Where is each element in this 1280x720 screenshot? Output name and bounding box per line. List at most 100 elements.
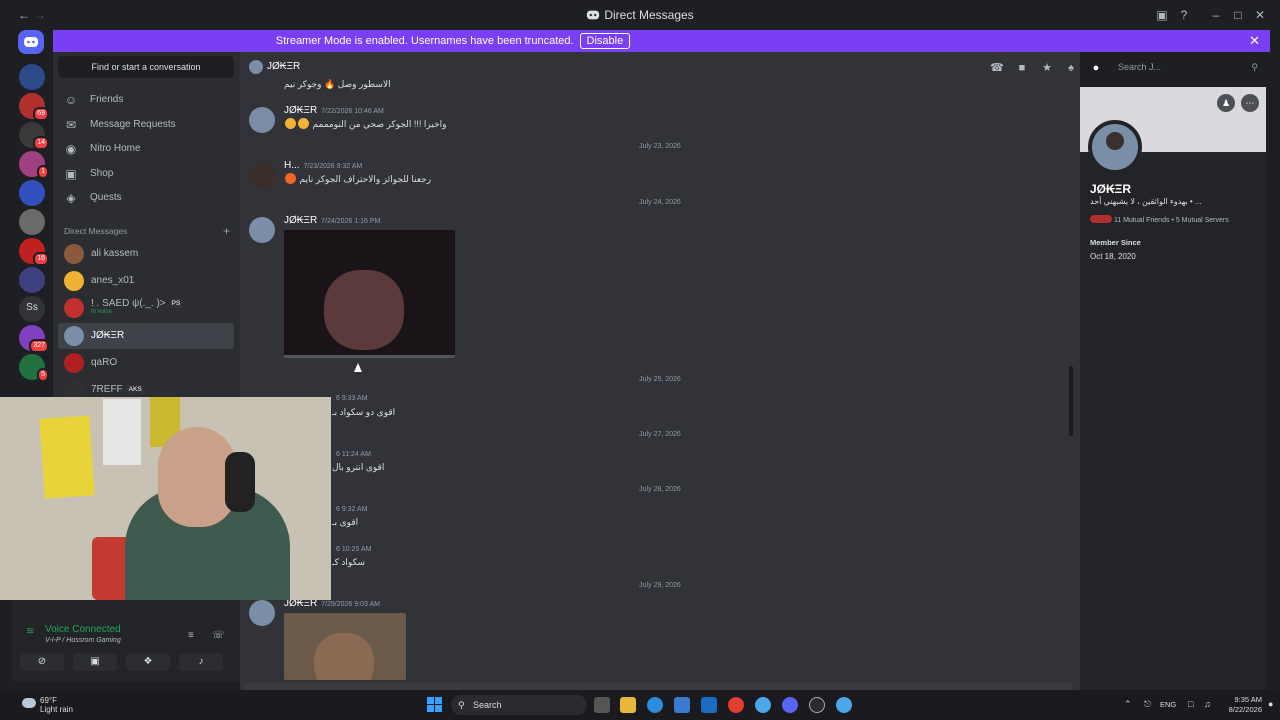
pinned-messages-icon[interactable]: ★ [1040, 61, 1054, 75]
obs-icon[interactable] [809, 697, 825, 713]
recipient-avatar [249, 60, 263, 74]
store-icon[interactable] [674, 697, 690, 713]
author-avatar[interactable] [249, 600, 275, 626]
camera-off-button[interactable]: ⊘ [20, 653, 64, 671]
close-window-icon[interactable]: ✕ [1252, 7, 1268, 23]
app-icon-2[interactable] [836, 697, 852, 713]
mutual-friends[interactable]: 11 Mutual Friends [1114, 217, 1170, 224]
find-conversation-button[interactable]: Find or start a conversation [58, 56, 234, 78]
partial-timestamp: 6 9:33 AM [336, 395, 368, 402]
server-icon[interactable]: 14 [19, 122, 49, 150]
voice-call-icon[interactable]: ☎ [990, 61, 1004, 75]
discord-taskbar-icon[interactable] [782, 697, 798, 713]
notifications-icon[interactable]: ● [1268, 699, 1273, 709]
nav-item-friends[interactable]: ☺ Friends [58, 89, 234, 111]
server-icon[interactable] [19, 209, 45, 235]
partial-message-text: سكواد كـ [332, 557, 366, 567]
close-banner-icon[interactable]: ✕ [1249, 33, 1260, 49]
webcam-overlay [0, 397, 331, 600]
disable-streamer-button[interactable]: Disable [579, 33, 631, 49]
voice-channel[interactable]: V-I-P / Hossrom Gaming [45, 637, 121, 644]
server-icon[interactable]: 5 [19, 354, 49, 382]
server-icon[interactable] [19, 180, 45, 206]
lag-enemy-poster [103, 399, 141, 465]
server-icon[interactable]: 69 [19, 93, 49, 121]
message-text: واخيرا !!! الجوكر صحي من النومممم [312, 119, 447, 129]
dm-item[interactable]: JØ₭ΞR [58, 322, 234, 349]
microphone-icon[interactable]: ⎋ [1144, 699, 1151, 710]
profile-avatar[interactable] [1088, 120, 1142, 174]
author-name[interactable]: JØ₭ΞR [284, 215, 317, 226]
edge-icon[interactable] [647, 697, 663, 713]
help-icon[interactable]: ? [1176, 7, 1192, 23]
nav-item-message-requests[interactable]: ✉ Message Requests [58, 114, 234, 136]
quests-icon: ◈ [66, 191, 76, 205]
weather-widget[interactable]: 69°F Light rain [20, 694, 100, 718]
activities-button[interactable]: ❖ [126, 653, 170, 671]
mutuals[interactable]: 11 Mutual Friends • 5 Mutual Servers [1090, 215, 1229, 224]
add-friend-icon[interactable]: ♟ [1217, 94, 1235, 112]
voice-status[interactable]: Voice Connected [45, 624, 121, 635]
mail-app-icon[interactable] [701, 697, 717, 713]
top-message-snippet: الاسطور وصل 🔥 وجوكر نيم [284, 79, 391, 89]
server-icon[interactable]: 16 [19, 238, 49, 266]
partial-message-text: اقوى انترو بال [332, 462, 385, 472]
avatar [64, 352, 84, 373]
author-avatar[interactable] [249, 162, 275, 188]
file-explorer-icon[interactable] [620, 697, 636, 713]
search-placeholder: Search J... [1118, 62, 1162, 72]
chrome-icon[interactable] [728, 697, 744, 713]
user-profile-icon[interactable]: ● [1089, 61, 1103, 75]
server-icon[interactable]: 1 [19, 151, 49, 179]
timestamp: 7/23/2026 9:32 AM [303, 163, 363, 170]
dm-header-label: Direct Messages [64, 226, 128, 236]
dm-item[interactable]: qaRO [58, 350, 234, 376]
video-call-icon[interactable]: ■ [1015, 61, 1029, 75]
network-icon[interactable]: □ [1188, 699, 1193, 709]
video-progress-bar[interactable] [284, 355, 455, 358]
more-options-icon[interactable]: ⋯ [1241, 94, 1259, 112]
dm-item[interactable]: ali kassem [58, 241, 234, 267]
avatar-face [1106, 132, 1124, 150]
timestamp: 7/29/2026 9:03 AM [321, 601, 380, 608]
server-icon[interactable]: 327 [19, 325, 49, 353]
minimize-icon[interactable]: – [1208, 7, 1224, 23]
disconnect-icon[interactable]: ☏ [212, 630, 225, 641]
tray-chevron-icon[interactable]: ⌃ [1124, 699, 1132, 710]
share-screen-button[interactable]: ▣ [73, 653, 117, 671]
system-clock[interactable]: 9:35 AM 8/22/2026 [1222, 695, 1262, 717]
chat-scrollbar[interactable] [1069, 366, 1073, 436]
volume-icon[interactable]: ♫ [1204, 699, 1211, 709]
author-avatar[interactable] [249, 217, 275, 243]
author-name[interactable]: JØ₭ΞR [284, 105, 317, 116]
server-icon[interactable]: Ss [19, 296, 45, 322]
language-indicator[interactable]: ENG [1160, 700, 1176, 709]
nav-item-shop[interactable]: ▣ Shop [58, 163, 234, 185]
search-input[interactable]: Search J... ⚲ [1112, 58, 1264, 76]
mutual-servers[interactable]: 5 Mutual Servers [1176, 217, 1229, 224]
server-icon[interactable] [19, 64, 45, 90]
soundboard-button[interactable]: ♪ [179, 653, 223, 671]
windows-start-icon[interactable] [427, 697, 442, 712]
task-view-icon[interactable] [594, 697, 610, 713]
image-attachment[interactable] [284, 613, 406, 680]
author-name[interactable]: H... [284, 160, 300, 171]
nav-item-nitro-home[interactable]: ◉ Nitro Home [58, 138, 234, 160]
add-friends-icon[interactable]: ♠ [1064, 61, 1078, 75]
dm-name-text: anes_x01 [91, 275, 135, 287]
maximize-icon[interactable]: □ [1230, 7, 1246, 23]
banner-text: Streamer Mode is enabled. Usernames have… [275, 35, 574, 47]
author-avatar[interactable] [249, 107, 275, 133]
app-icon[interactable] [755, 697, 771, 713]
nav-item-quests[interactable]: ◈ Quests [58, 187, 234, 209]
dm-name-text: 7REFF [91, 384, 123, 395]
taskbar-search[interactable]: ⚲ Search [451, 695, 587, 715]
noise-suppression-icon[interactable]: ≡ [188, 630, 194, 641]
shop-icon: ▣ [65, 166, 77, 181]
video-attachment[interactable] [284, 230, 455, 358]
dm-item[interactable]: ! . SAED ψ(._. )> PS In voice [58, 295, 234, 321]
new-dm-plus-icon[interactable]: + [223, 224, 230, 238]
inbox-icon[interactable]: ▣ [1154, 7, 1170, 23]
dm-item[interactable]: anes_x01 [58, 268, 234, 294]
server-icon[interactable] [19, 267, 45, 293]
